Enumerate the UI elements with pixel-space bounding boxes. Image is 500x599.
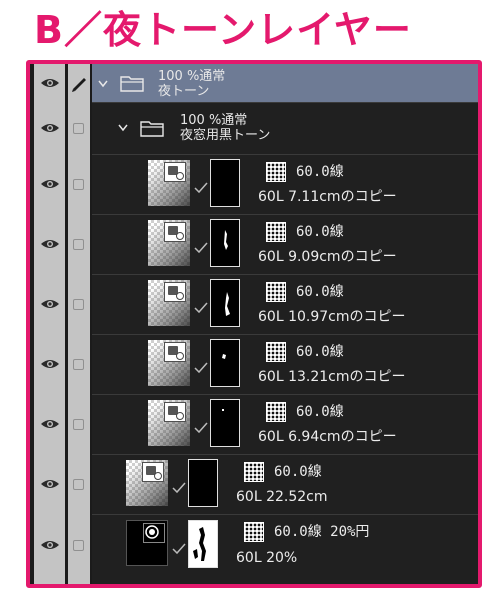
mask-content — [225, 292, 230, 316]
layer-name: 60L 9.09cmのコピー — [258, 249, 397, 265]
mask-content — [193, 527, 206, 561]
folder-row-night-tone[interactable]: 100 %通常 夜トーン — [30, 64, 478, 102]
page-title: B／夜トーンレイヤー — [34, 8, 412, 52]
layer-name: 60L 10.97cmのコピー — [258, 309, 406, 325]
layer-mask-thumbnail[interactable] — [210, 159, 240, 207]
layer-thumbnail[interactable] — [148, 220, 190, 266]
tone-setting: 60.0線 20%円 — [274, 524, 370, 540]
tone-dots-icon — [266, 342, 286, 362]
layer-mask-thumbnail[interactable] — [210, 219, 240, 267]
link-check-icon — [194, 182, 208, 194]
lock-checkbox[interactable] — [73, 239, 84, 250]
layer-mask-thumbnail[interactable] — [210, 279, 240, 327]
tone-setting: 60.0線 — [296, 344, 344, 360]
chevron-down-icon[interactable] — [98, 80, 108, 88]
lock-checkbox[interactable] — [73, 479, 84, 490]
eye-icon[interactable] — [40, 418, 60, 430]
layer-name: 60L 7.11cmのコピー — [258, 189, 397, 205]
layer-thumbnail[interactable] — [126, 460, 168, 506]
tone-layer-badge-icon — [142, 462, 164, 482]
eye-icon[interactable] — [40, 358, 60, 370]
folder-blend-mode: 100 %通常 — [158, 69, 226, 84]
layer-name: 60L 13.21cmのコピー — [258, 369, 406, 385]
lock-checkbox[interactable] — [73, 179, 84, 190]
layer-name: 60L 6.94cmのコピー — [258, 429, 397, 445]
layer-mask-thumbnail[interactable] — [188, 520, 218, 568]
tone-setting: 60.0線 — [296, 224, 344, 240]
eye-icon[interactable] — [40, 298, 60, 310]
layer-row[interactable]: 60.0線 60L 9.09cmのコピー — [30, 214, 478, 274]
tone-dots-icon — [266, 402, 286, 422]
link-check-icon — [194, 302, 208, 314]
tone-dots-icon — [266, 162, 286, 182]
lock-checkbox[interactable] — [73, 123, 84, 134]
tone-setting: 60.0線 — [274, 464, 322, 480]
layer-thumbnail[interactable] — [148, 400, 190, 446]
link-check-icon — [194, 422, 208, 434]
layer-name: 60L 22.52cm — [236, 489, 328, 505]
layer-panel: 100 %通常 夜トーン 100 %通常 夜窓用黒トーン 60.0線 60L 7… — [26, 60, 482, 588]
eye-icon[interactable] — [40, 178, 60, 190]
link-check-icon — [172, 482, 186, 494]
folder-icon — [140, 121, 164, 137]
tone-layer-badge-icon — [164, 162, 186, 182]
layer-row[interactable]: 60.0線 60L 10.97cmのコピー — [30, 274, 478, 334]
tone-layer-badge-icon — [164, 342, 186, 362]
eye-icon[interactable] — [40, 122, 60, 134]
folder-name: 夜トーン — [158, 84, 210, 99]
lock-checkbox[interactable] — [73, 419, 84, 430]
layer-mask-thumbnail[interactable] — [188, 459, 218, 507]
layer-row[interactable]: 60.0線 60L 7.11cmのコピー — [30, 154, 478, 214]
layer-row[interactable]: 60.0線 60L 22.52cm — [30, 454, 478, 514]
selection-highlight — [92, 64, 478, 102]
link-check-icon — [194, 362, 208, 374]
layer-thumbnail[interactable] — [148, 160, 190, 206]
layer-thumbnail[interactable] — [126, 520, 168, 566]
layer-row[interactable]: 60.0線 20%円 60L 20% — [30, 514, 478, 576]
folder-name: 夜窓用黒トーン — [180, 128, 271, 143]
lock-checkbox[interactable] — [73, 540, 84, 551]
mask-content — [224, 230, 228, 250]
tone-setting: 60.0線 — [296, 284, 344, 300]
tone-dots-icon — [244, 462, 264, 482]
layer-row[interactable]: 60.0線 60L 6.94cmのコピー — [30, 394, 478, 454]
tone-layer-badge-icon — [164, 282, 186, 302]
layer-name: 60L 20% — [236, 550, 298, 566]
eye-icon[interactable] — [40, 478, 60, 490]
tone-setting: 60.0線 — [296, 404, 344, 420]
tone-dots-icon — [266, 222, 286, 242]
layer-thumbnail[interactable] — [148, 340, 190, 386]
eye-icon[interactable] — [40, 238, 60, 250]
eye-icon[interactable] — [40, 77, 60, 89]
tone-layer-badge-icon — [164, 222, 186, 242]
mask-content — [222, 409, 224, 411]
pen-icon[interactable] — [70, 74, 88, 92]
layer-mask-thumbnail[interactable] — [210, 399, 240, 447]
tone-setting: 60.0線 — [296, 164, 344, 180]
tone-dots-icon — [266, 282, 286, 302]
lock-checkbox[interactable] — [73, 299, 84, 310]
layer-row[interactable]: 60.0線 60L 13.21cmのコピー — [30, 334, 478, 394]
link-check-icon — [194, 242, 208, 254]
layer-mask-thumbnail[interactable] — [210, 339, 240, 387]
folder-blend-mode: 100 %通常 — [180, 113, 248, 128]
eye-icon[interactable] — [40, 539, 60, 551]
tone-dots-icon — [244, 522, 264, 542]
folder-row-window-black-tone[interactable]: 100 %通常 夜窓用黒トーン — [30, 102, 478, 154]
tone-layer-badge-icon — [143, 523, 165, 543]
lock-checkbox[interactable] — [73, 359, 84, 370]
tone-layer-badge-icon — [164, 402, 186, 422]
folder-icon — [120, 76, 144, 92]
mask-content — [222, 354, 226, 359]
link-check-icon — [172, 543, 186, 555]
layer-thumbnail[interactable] — [148, 280, 190, 326]
chevron-down-icon[interactable] — [118, 124, 128, 132]
